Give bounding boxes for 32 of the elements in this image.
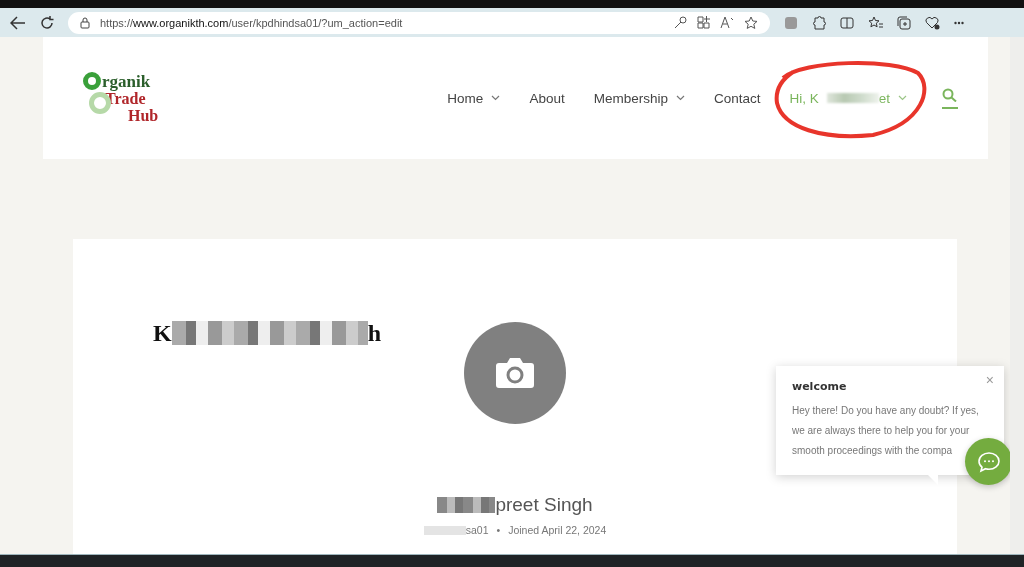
collections-icon[interactable]	[897, 15, 911, 30]
chat-title: welcome	[792, 380, 848, 393]
joined-date: Joined April 22, 2024	[508, 524, 607, 537]
more-icon[interactable]	[954, 20, 964, 25]
nav-link[interactable]: Contact	[713, 90, 761, 106]
caret-icon	[898, 95, 907, 101]
chat-bubble-icon	[976, 450, 1001, 473]
nav-link[interactable]: Home	[447, 90, 501, 106]
redaction-block	[437, 497, 496, 514]
separator: •	[496, 524, 501, 537]
back-icon[interactable]	[10, 15, 26, 30]
star-icon[interactable]	[744, 16, 758, 29]
site-logo[interactable]: rganik Trade Hub	[83, 72, 165, 124]
username: sa01	[465, 524, 489, 537]
split-screen-icon[interactable]	[840, 15, 854, 30]
display-name: preet Singh	[495, 494, 593, 517]
favorites-icon[interactable]	[868, 15, 883, 30]
grid-icon[interactable]	[697, 16, 710, 29]
search-icon	[942, 87, 958, 102]
lock-icon	[80, 16, 90, 29]
heart-icon[interactable]	[925, 15, 940, 30]
nav-link[interactable]: About	[529, 90, 565, 106]
refresh-icon[interactable]	[40, 15, 54, 30]
redaction-block	[423, 525, 466, 535]
caret-icon	[675, 95, 685, 101]
nav-link[interactable]: Membership	[593, 90, 685, 106]
chat-message: Hey there! Do you have any doubt? If yes, we are always there to help you for your smooth proceedings with the compa	[792, 404, 980, 458]
camera-icon	[495, 357, 535, 390]
caret-icon	[491, 95, 501, 101]
address-bar[interactable]: https://www.organikth.com/user/kpdhindsa01/?um_action=edit	[68, 11, 770, 34]
profile-heading: K h	[153, 319, 383, 348]
read-aloud-icon[interactable]	[720, 16, 734, 29]
